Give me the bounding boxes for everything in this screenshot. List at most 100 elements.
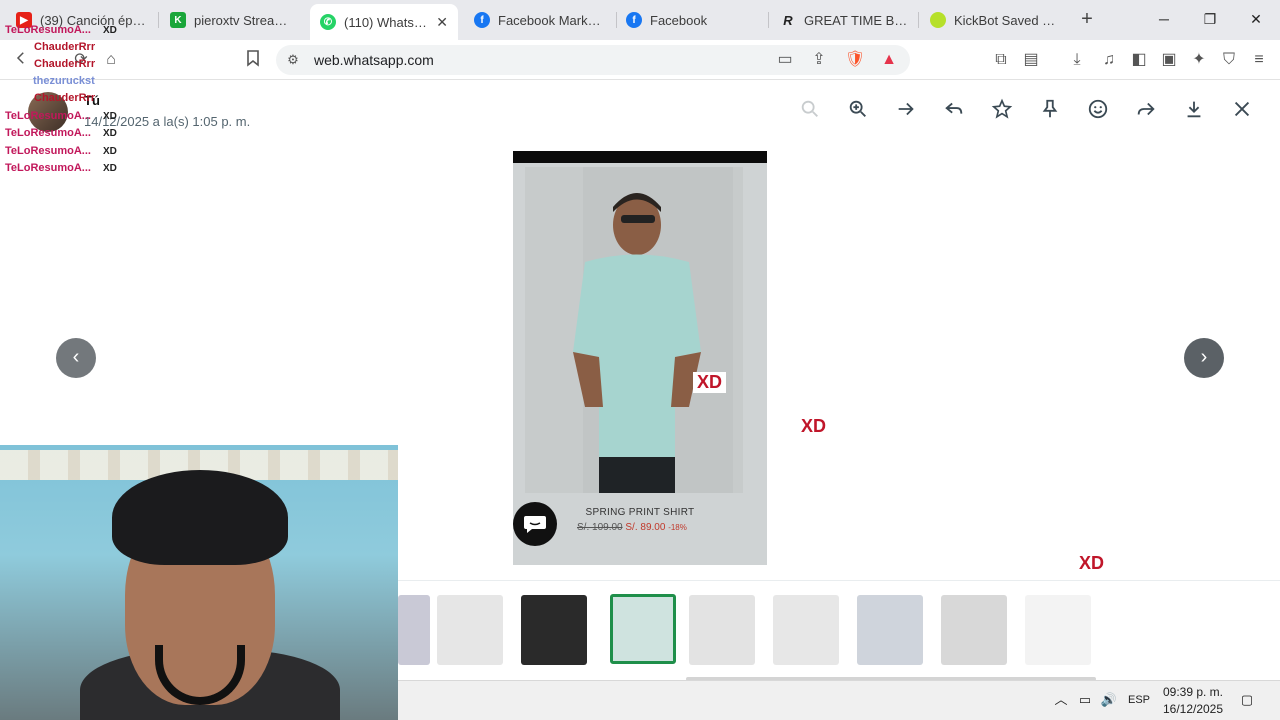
thumb-document[interactable] xyxy=(1025,595,1091,665)
chat-message: ChauderRrr xyxy=(34,92,107,104)
tab-title: (110) WhatsApp xyxy=(344,14,429,30)
vpn-icon[interactable]: ⛉ xyxy=(1218,49,1240,71)
share-icon[interactable] xyxy=(1133,98,1159,124)
chat-message: ChauderRrr xyxy=(34,41,107,53)
bookmark-icon[interactable] xyxy=(242,49,264,71)
product-photo xyxy=(525,167,743,493)
discount-badge: -18% xyxy=(668,523,687,532)
windows-taskbar: ︿ ▭ 🔊 ESP 09:39 p. m. 16/12/2025 ▢ xyxy=(398,680,1280,720)
download-icon[interactable] xyxy=(1181,98,1207,124)
chat-username: TeLoResumoA... xyxy=(5,24,91,36)
tab-strip: ▶ (39) Canción épica K pieroxtv Stream -… xyxy=(0,0,1280,40)
stream-xd-overlay: XD xyxy=(797,416,831,437)
close-window-button[interactable]: ✕ xyxy=(1245,8,1267,30)
tab-facebook[interactable]: f Facebook xyxy=(616,4,766,36)
new-tab-button[interactable]: + xyxy=(1076,8,1098,30)
stream-xd-overlay: XD xyxy=(1075,553,1109,574)
chat-message: TeLoResumoA... XD xyxy=(5,145,117,157)
notifications-icon[interactable]: ▢ xyxy=(1238,691,1256,709)
back-icon[interactable] xyxy=(10,49,32,71)
sidebar-icon[interactable]: ◧ xyxy=(1128,49,1150,71)
menu-icon[interactable]: ≡ xyxy=(1248,49,1270,71)
wallet-icon[interactable]: ▣ xyxy=(1158,49,1180,71)
close-icon[interactable] xyxy=(1229,98,1255,124)
leo-ai-icon[interactable]: ✦ xyxy=(1188,49,1210,71)
share-page-icon[interactable]: ⇪ xyxy=(808,49,830,71)
new-price: S/. 89.00 xyxy=(625,522,666,533)
chat-username: ChauderRrr xyxy=(34,58,96,70)
chat-text: XD xyxy=(102,128,117,139)
chat-message: TeLoResumoA... XD xyxy=(5,110,117,122)
cast-icon[interactable]: ▭ xyxy=(774,49,796,71)
chat-text: XD xyxy=(102,25,117,36)
brave-rewards-icon[interactable]: ▲ xyxy=(878,49,900,71)
input-language[interactable]: ESP xyxy=(1128,694,1150,706)
thumb-black-pants[interactable] xyxy=(521,595,587,665)
chat-username: TeLoResumoA... xyxy=(5,162,91,174)
thumb-black-tee[interactable] xyxy=(689,595,755,665)
tab-facebook-marketplace[interactable]: f Facebook Marketpl xyxy=(464,4,614,36)
browser-toolbar: ⟳ ⌂ ⚙ web.whatsapp.com ▭ ⇪ 🛡 ▲ ⧉ ▤ ⤓ ♫ ◧… xyxy=(0,40,1280,80)
clock-time[interactable]: 09:39 p. m. xyxy=(1160,685,1226,699)
pin-icon[interactable] xyxy=(1037,98,1063,124)
kick-icon: K xyxy=(170,12,186,28)
whatsapp-icon: ✆ xyxy=(320,14,336,30)
reply-icon[interactable] xyxy=(941,98,967,124)
chat-text: XD xyxy=(102,111,117,122)
volume-icon[interactable]: 🔊 xyxy=(1100,691,1118,709)
tab-title: GREAT TIME BOXY xyxy=(804,12,910,28)
thumb-spring-shirt[interactable] xyxy=(610,594,676,664)
stream-xd-overlay: XD xyxy=(693,372,727,393)
tab-title: KickBot Saved Wid xyxy=(954,12,1060,28)
chat-username: ChauderRrr xyxy=(34,92,96,104)
tab-title: pieroxtv Stream - W xyxy=(194,12,298,28)
thumb-jeans[interactable] xyxy=(437,595,503,665)
star-icon[interactable] xyxy=(989,98,1015,124)
reader-icon[interactable]: ▤ xyxy=(1020,49,1042,71)
chat-username: TeLoResumoA... xyxy=(5,145,91,157)
facebook-icon: f xyxy=(626,12,642,28)
url-text: web.whatsapp.com xyxy=(314,52,434,68)
thumb-oven[interactable] xyxy=(941,595,1007,665)
extensions-icon[interactable]: ⧉ xyxy=(990,49,1012,71)
thumb-appliance[interactable] xyxy=(857,595,923,665)
site-settings-icon[interactable]: ⚙ xyxy=(282,49,304,71)
close-tab-icon[interactable]: ✕ xyxy=(436,14,448,31)
minimize-button[interactable]: ─ xyxy=(1153,8,1175,30)
webcam-overlay xyxy=(0,445,398,720)
chevron-up-icon[interactable]: ︿ xyxy=(1052,691,1070,709)
clock-date[interactable]: 16/12/2025 xyxy=(1160,702,1226,716)
address-bar[interactable]: ⚙ web.whatsapp.com ▭ ⇪ 🛡 ▲ xyxy=(276,45,910,75)
network-icon[interactable]: ▭ xyxy=(1076,691,1094,709)
chat-message: thezuruckst xyxy=(33,75,107,87)
tab-great-time-boxy[interactable]: R GREAT TIME BOXY xyxy=(770,4,920,36)
media-image[interactable]: SPRING PRINT SHIRT S/. 109.00 S/. 89.00 … xyxy=(513,151,767,565)
chat-username: TeLoResumoA... xyxy=(5,110,91,122)
next-media-button[interactable]: › xyxy=(1184,338,1224,378)
tab-whatsapp[interactable]: ✆ (110) WhatsApp ✕ xyxy=(310,4,458,40)
brave-shields-icon[interactable]: 🛡 xyxy=(844,49,866,71)
thumb-black-tee-2[interactable] xyxy=(773,595,839,665)
media-icon[interactable]: ♫ xyxy=(1098,49,1120,71)
price-row: S/. 109.00 S/. 89.00 -18% xyxy=(577,522,687,533)
emoji-icon[interactable] xyxy=(1085,98,1111,124)
tab-kickbot[interactable]: KickBot Saved Wid xyxy=(920,4,1070,36)
chat-username: thezuruckst xyxy=(33,75,95,87)
downloads-icon[interactable]: ⤓ xyxy=(1066,49,1088,71)
zoom-in-icon[interactable] xyxy=(845,98,871,124)
chat-message: TeLoResumoA... XD xyxy=(5,162,117,174)
tab-title: Facebook xyxy=(650,12,708,28)
chat-text: XD xyxy=(102,146,117,157)
previous-media-button[interactable]: ‹ xyxy=(56,338,96,378)
restore-button[interactable]: ❐ xyxy=(1199,8,1221,30)
forward-icon[interactable] xyxy=(893,98,919,124)
kickbot-icon xyxy=(930,12,946,28)
chat-message: TeLoResumoA... XD xyxy=(5,24,117,36)
tab-kick[interactable]: K pieroxtv Stream - W xyxy=(160,4,308,36)
chat-username: ChauderRrr xyxy=(34,41,96,53)
screen: ▶ (39) Canción épica K pieroxtv Stream -… xyxy=(0,0,1280,720)
tab-title: Facebook Marketpl xyxy=(498,12,604,28)
thumb-partial[interactable] xyxy=(398,595,430,665)
zoom-out-icon[interactable] xyxy=(797,98,823,124)
chat-message: TeLoResumoA... XD xyxy=(5,127,117,139)
